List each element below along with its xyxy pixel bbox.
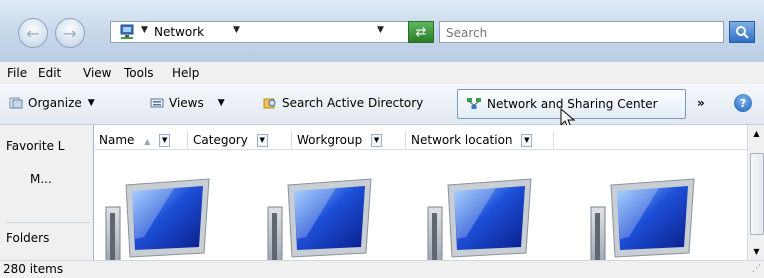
column-category-filter-icon[interactable]: ▼ — [256, 134, 268, 147]
column-headers: Name ▲ ▼ Category ▼ Workgroup ▼ Network … — [94, 131, 748, 150]
breadcrumb-arrow-icon[interactable]: ▼ — [141, 25, 148, 35]
views-icon — [150, 98, 164, 108]
search-active-directory-label: Search Active Directory — [282, 96, 424, 110]
network-computer-icon[interactable] — [589, 177, 699, 260]
organize-icon — [9, 97, 23, 109]
network-computer-icon[interactable] — [104, 177, 214, 260]
address-location[interactable]: Network — [154, 25, 204, 39]
views-label: Views — [169, 96, 204, 110]
column-network-location-filter-icon[interactable]: ▼ — [521, 134, 533, 147]
search-icon — [736, 26, 749, 39]
help-button[interactable]: ? — [734, 94, 752, 112]
views-button[interactable]: Views ▼ — [150, 96, 225, 110]
address-bar-area: ← → ▼ Network ▼ ▼ ⇄ — [0, 0, 764, 63]
vertical-scrollbar[interactable]: ▲ ▼ — [747, 125, 764, 260]
back-arrow-icon: ← — [26, 23, 40, 43]
search-button[interactable] — [729, 21, 755, 43]
search-active-directory-button[interactable]: Search Active Directory — [263, 96, 423, 110]
sort-ascending-icon: ▲ — [144, 137, 151, 146]
more-favorites-link[interactable]: M... — [30, 172, 52, 186]
refresh-button[interactable]: ⇄ — [408, 21, 434, 43]
forward-button[interactable]: → — [55, 18, 85, 48]
scroll-down-icon[interactable]: ▼ — [748, 243, 764, 260]
back-button[interactable]: ← — [18, 18, 48, 48]
organize-label: Organize — [28, 96, 82, 110]
forward-arrow-icon: → — [63, 23, 77, 43]
menu-help[interactable]: Help — [172, 66, 199, 80]
file-list-view[interactable]: Name ▲ ▼ Category ▼ Workgroup ▼ Network … — [93, 125, 748, 260]
network-sharing-icon — [467, 98, 481, 109]
column-workgroup-filter-icon[interactable]: ▼ — [371, 134, 383, 147]
status-bar: 280 items ⋰ — [0, 260, 764, 278]
help-icon: ? — [739, 96, 747, 110]
menu-view[interactable]: View — [83, 66, 111, 80]
network-icon — [120, 24, 134, 39]
views-dropdown-icon: ▼ — [217, 98, 225, 108]
column-header-category[interactable]: Category ▼ — [188, 131, 292, 149]
column-name-filter-icon[interactable]: ▼ — [159, 134, 171, 147]
column-header-workgroup[interactable]: Workgroup ▼ — [292, 131, 406, 149]
column-header-network-location[interactable]: Network location ▼ — [406, 131, 554, 149]
nav-divider — [6, 222, 90, 223]
column-workgroup-label: Workgroup — [297, 133, 363, 147]
resize-grip-icon[interactable]: ⋰ — [752, 264, 761, 274]
search-input[interactable] — [444, 23, 718, 43]
directory-search-icon — [263, 98, 276, 109]
navigation-pane: Favorite L M... Folders — [0, 125, 90, 260]
menu-bar: File Edit View Tools Help — [0, 62, 764, 84]
column-network-location-label: Network location — [411, 133, 513, 147]
favorite-links-header[interactable]: Favorite L — [6, 139, 90, 153]
network-computer-icon[interactable] — [266, 177, 376, 260]
address-box[interactable]: ▼ Network ▼ ▼ — [110, 21, 425, 43]
menu-edit[interactable]: Edit — [38, 66, 61, 80]
search-box[interactable] — [439, 21, 724, 43]
item-count: 280 items — [3, 262, 64, 276]
scroll-up-icon[interactable]: ▲ — [748, 125, 764, 142]
column-header-name[interactable]: Name ▲ ▼ — [94, 131, 188, 149]
column-category-label: Category — [193, 133, 248, 147]
organize-dropdown-icon: ▼ — [87, 98, 95, 108]
toolbar-overflow-button[interactable]: » — [697, 96, 705, 110]
network-computer-icon[interactable] — [426, 177, 536, 260]
column-name-label: Name — [99, 133, 135, 147]
menu-file[interactable]: File — [7, 66, 27, 80]
breadcrumb-dropdown-icon[interactable]: ▼ — [233, 25, 240, 35]
organize-button[interactable]: Organize ▼ — [9, 96, 95, 110]
address-history-dropdown-icon[interactable]: ▼ — [377, 25, 384, 35]
scroll-thumb[interactable] — [750, 153, 764, 235]
menu-tools[interactable]: Tools — [124, 66, 154, 80]
folders-toggle[interactable]: Folders — [6, 231, 49, 245]
refresh-icon: ⇄ — [415, 24, 427, 40]
